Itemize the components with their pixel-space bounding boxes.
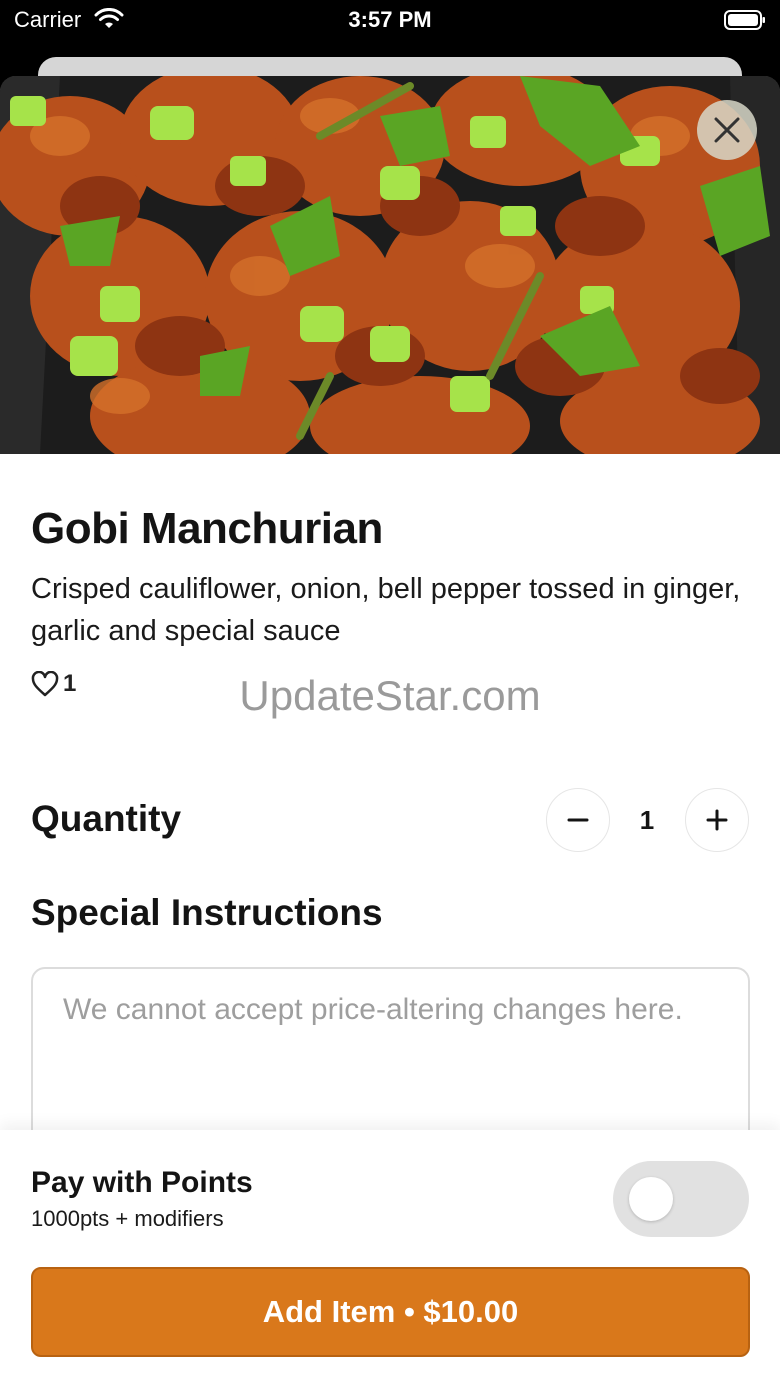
close-icon xyxy=(714,117,740,143)
minus-icon xyxy=(567,818,589,822)
quantity-increment-button[interactable] xyxy=(685,788,749,852)
status-bar: Carrier 3:57 PM xyxy=(0,0,780,56)
pay-with-points-toggle[interactable] xyxy=(613,1161,749,1237)
plus-icon xyxy=(706,809,728,831)
quantity-value: 1 xyxy=(639,805,655,835)
status-time: 3:57 PM xyxy=(348,7,432,32)
watermark: UpdateStar.com xyxy=(239,672,541,719)
add-item-button[interactable]: Add Item • $10.00 xyxy=(31,1267,750,1357)
food-photo xyxy=(0,76,780,454)
quantity-label: Quantity xyxy=(31,798,182,839)
special-instructions-label: Special Instructions xyxy=(31,892,383,933)
toggle-knob xyxy=(629,1177,673,1221)
checkout-footer: Pay with Points 1000pts + modifiers Add … xyxy=(0,1130,780,1387)
quantity-decrement-button[interactable] xyxy=(546,788,610,852)
points-cost-label: 1000pts + modifiers xyxy=(31,1206,224,1231)
close-button[interactable] xyxy=(697,100,757,160)
battery-icon xyxy=(724,9,766,36)
item-title: Gobi Manchurian xyxy=(31,504,383,553)
pay-with-points-label: Pay with Points xyxy=(31,1166,253,1199)
item-detail-sheet: Gobi Manchurian Crisped cauliflower, oni… xyxy=(0,76,780,1387)
item-description: Crisped cauliflower, onion, bell pepper … xyxy=(31,573,741,647)
